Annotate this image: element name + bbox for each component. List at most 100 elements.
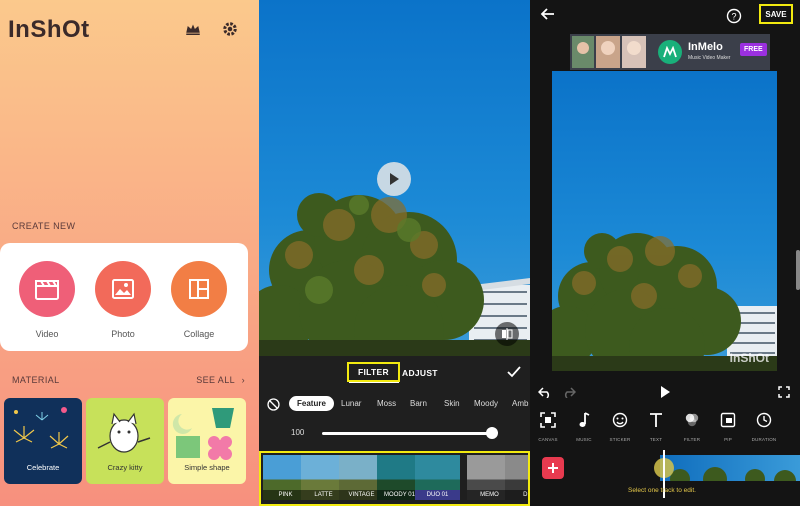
filter-editor-screen: FILTER ADJUST Feature Lunar Moss Barn Sk… [259,0,530,506]
smiley-icon [612,412,628,428]
tool-label: CANVAS [538,437,558,442]
video-editor-screen: ? SAVE InMelo Music Video Maker FREE InS… [530,0,800,506]
inmelo-logo-icon [658,40,682,64]
tree-scene-illustration [552,233,777,371]
ad-portraits-image [572,36,646,68]
tool-pip[interactable]: PIP [710,412,746,442]
material-card-crazy-kitty[interactable]: Crazy kitty [86,398,164,484]
filter-circles-icon [685,413,699,427]
playback-controls [530,380,800,402]
crown-icon[interactable] [184,20,204,40]
tool-filter[interactable]: FILTER [674,412,710,442]
compare-button[interactable] [495,322,519,346]
category-moody[interactable]: Moody [474,399,498,408]
material-label: Simple shape [184,463,230,472]
play-button[interactable] [377,162,411,196]
filter-label: DUO 01 [415,490,460,500]
material-card-celebrate[interactable]: Celebrate [4,398,82,484]
create-video-button[interactable]: Video [15,261,79,339]
tool-music[interactable]: MUSIC [566,412,602,442]
fullscreen-icon[interactable] [778,385,790,403]
category-lunar[interactable]: Lunar [341,399,361,408]
home-screen: InShOt CREATE NEW Video Photo Collage MA… [0,0,259,506]
timeline[interactable]: Select one track to edit. [530,450,800,506]
save-button[interactable]: SAVE [759,4,793,24]
play-icon [390,173,399,185]
tool-canvas[interactable]: CANVAS [530,412,566,442]
tool-label: PIP [724,437,732,442]
checkmark-icon[interactable] [507,365,521,383]
timeline-hint: Select one track to edit. [628,487,696,494]
ad-subtitle: Music Video Maker [688,55,731,61]
video-track[interactable] [660,455,800,481]
filter-thumb-dn[interactable]: DN [505,455,528,500]
filter-label: DN [505,490,528,500]
material-label: Crazy kitty [107,463,143,472]
create-photo-button[interactable]: Photo [91,261,155,339]
intensity-value: 100 [291,428,305,437]
canvas-icon [540,412,556,428]
filter-category-row: Feature Lunar Moss Barn Skin Moody Amb [259,394,530,416]
intensity-slider-handle[interactable] [486,427,498,439]
see-all-label: SEE ALL [196,375,235,385]
pip-icon [720,412,736,428]
category-feature[interactable]: Feature [289,396,334,411]
video-circle [19,261,75,317]
chevron-right-icon: › [241,375,245,385]
help-icon[interactable]: ? [726,8,742,24]
tool-label: MUSIC [576,437,592,442]
tool-label: TEXT [649,437,663,442]
tab-underline [349,382,399,383]
intensity-slider[interactable] [322,432,492,435]
tool-text[interactable]: TEXT [638,412,674,442]
image-icon [112,279,134,299]
filter-thumb-duo-01[interactable]: DUO 01 [415,455,460,500]
create-video-label: Video [35,329,59,339]
no-filter-icon[interactable] [267,398,280,416]
tool-label: STICKER [609,437,631,442]
tool-duration[interactable]: DURATION [746,412,782,442]
create-collage-button[interactable]: Collage [167,261,231,339]
ad-title: InMelo [688,41,723,53]
category-barn[interactable]: Barn [410,399,427,408]
photo-preview [259,0,530,356]
redo-icon[interactable] [562,385,577,403]
editing-toolbar: CANVAS MUSIC STICKER TEXT FILTER PIP DUR… [530,412,800,446]
compare-icon [502,328,513,340]
back-arrow-icon[interactable] [540,6,556,22]
app-logo: InShOt [8,16,90,43]
tool-sticker[interactable]: STICKER [602,412,638,442]
tab-adjust[interactable]: ADJUST [402,368,438,378]
filter-thumbnail-strip[interactable]: PINK LATTE VINTAGE MOODY 01 DUO 01 MEMO … [259,451,530,506]
create-new-card: Video Photo Collage [0,243,248,351]
clapperboard-icon [35,280,59,300]
create-collage-label: Collage [183,329,215,339]
see-all-link[interactable]: SEE ALL › [196,375,245,385]
undo-icon[interactable] [537,385,552,403]
collage-icon [189,279,209,299]
ad-banner[interactable]: InMelo Music Video Maker FREE [570,34,770,70]
add-clip-button[interactable] [542,457,564,479]
tab-filter[interactable]: FILTER [347,362,400,382]
music-note-icon [579,412,590,427]
category-skin[interactable]: Skin [444,399,460,408]
filter-controls: FILTER ADJUST Feature Lunar Moss Barn Sk… [259,356,530,506]
category-amb[interactable]: Amb [512,399,528,408]
plus-icon [548,463,558,473]
ad-free-badge: FREE [740,43,767,56]
watermark[interactable]: InShOt [730,351,769,365]
material-label: Celebrate [26,463,60,472]
photo-circle [95,261,151,317]
preview-scroll-handle[interactable] [796,250,800,290]
clock-icon [756,412,772,428]
play-icon[interactable] [660,385,670,403]
svg-text:?: ? [731,12,736,22]
category-moss[interactable]: Moss [377,399,396,408]
material-title: MATERIAL [12,375,60,385]
material-card-simple-shape[interactable]: Simple shape [168,398,246,484]
text-icon [650,413,662,427]
track-thumbnails [670,467,796,481]
video-canvas[interactable]: InShOt [552,71,777,371]
tool-label: DURATION [751,437,777,442]
gear-icon[interactable] [221,20,241,40]
